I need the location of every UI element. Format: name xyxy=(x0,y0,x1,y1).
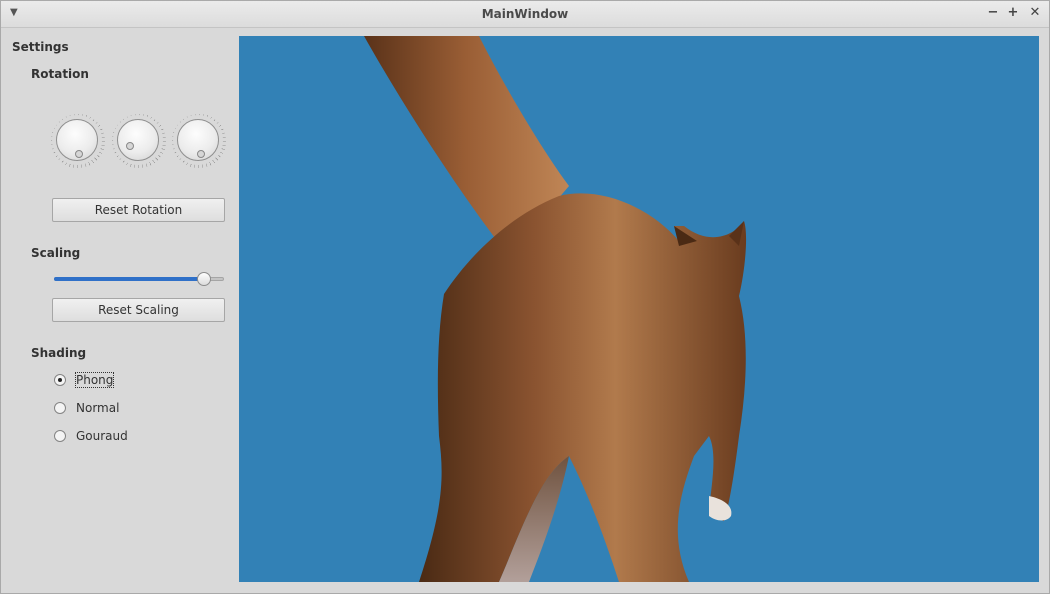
reset-scaling-button[interactable]: Reset Scaling xyxy=(52,298,225,322)
settings-heading: Settings xyxy=(12,40,69,54)
cat-model-render xyxy=(364,36,747,582)
cat-body xyxy=(419,193,747,582)
maximize-button[interactable]: + xyxy=(1005,5,1021,21)
radio-button[interactable] xyxy=(54,430,66,442)
radio-normal[interactable]: Normal xyxy=(54,399,119,417)
opengl-viewport[interactable] xyxy=(239,36,1039,582)
dial-indicator xyxy=(126,142,134,150)
settings-panel: Settings Rotation Reset Rotation Scaling… xyxy=(1,28,237,593)
y-rotation-dial[interactable] xyxy=(112,114,166,168)
scaling-slider[interactable] xyxy=(54,272,224,286)
rotation-heading: Rotation xyxy=(31,67,89,81)
radio-label-phong[interactable]: Phong xyxy=(74,372,115,388)
main-window: ▼ MainWindow − + ✕ Settings Rotation Res… xyxy=(0,0,1050,594)
z-rotation-dial[interactable] xyxy=(172,114,226,168)
dial-indicator xyxy=(197,150,205,158)
window-title: MainWindow xyxy=(481,7,569,21)
radio-label-normal[interactable]: Normal xyxy=(76,401,119,415)
radio-phong[interactable]: Phong xyxy=(54,371,115,389)
close-button[interactable]: ✕ xyxy=(1027,5,1043,21)
shading-heading: Shading xyxy=(31,346,87,360)
minimize-button[interactable]: − xyxy=(985,5,1001,21)
slider-handle[interactable] xyxy=(197,272,211,286)
radio-button[interactable] xyxy=(54,374,66,386)
reset-rotation-button[interactable]: Reset Rotation xyxy=(52,198,225,222)
dial-indicator xyxy=(75,150,83,158)
radio-gouraud[interactable]: Gouraud xyxy=(54,427,128,445)
scaling-heading: Scaling xyxy=(31,246,81,260)
x-rotation-dial[interactable] xyxy=(51,114,105,168)
slider-fill xyxy=(54,277,204,281)
radio-label-gouraud[interactable]: Gouraud xyxy=(76,429,128,443)
radio-button[interactable] xyxy=(54,402,66,414)
title-bar[interactable]: ▼ MainWindow − + ✕ xyxy=(1,1,1049,28)
